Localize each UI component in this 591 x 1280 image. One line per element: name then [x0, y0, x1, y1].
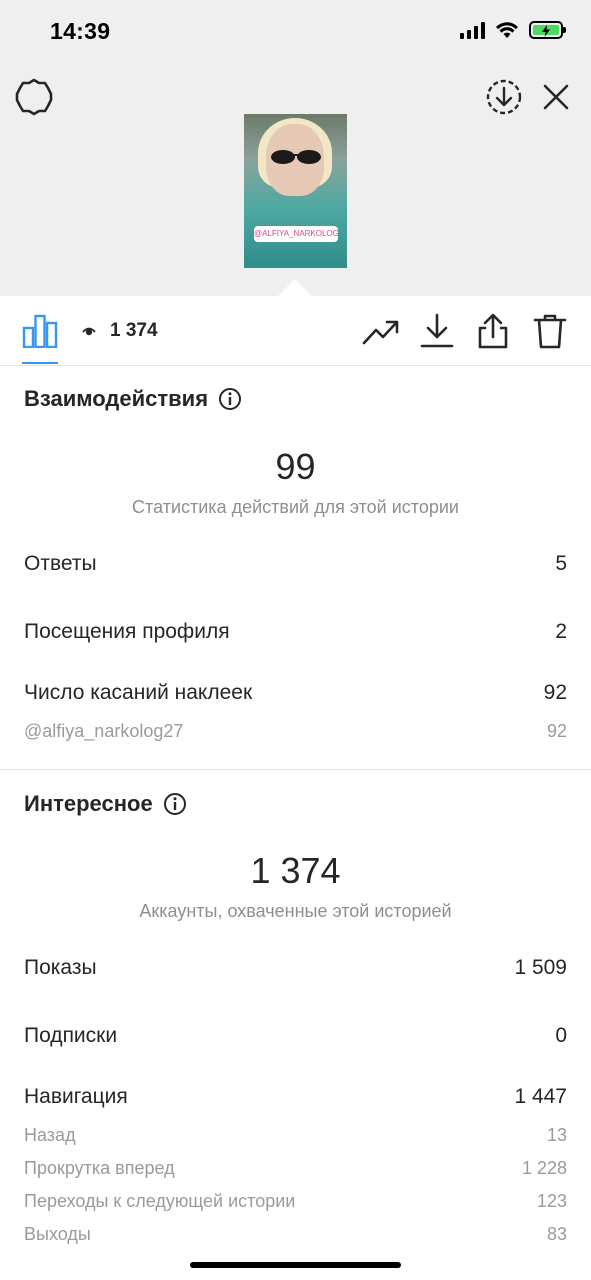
cellular-signal-icon: [460, 21, 485, 39]
sticker-mention-row: @alfiya_narkolog27 92: [24, 721, 567, 741]
views-count: 1 374: [110, 320, 158, 341]
share-icon[interactable]: [474, 313, 512, 349]
interactions-total: 99: [275, 446, 316, 487]
interactions-caption: Статистика действий для этой истории: [132, 497, 459, 517]
stat-row-follows: Подписки 0: [24, 1024, 567, 1047]
active-tab-indicator: [22, 362, 58, 364]
save-story-icon[interactable]: [484, 77, 524, 117]
discovery-caption: Аккаунты, охваченные этой историей: [139, 901, 452, 921]
stat-row-sticker-taps: Число касаний наклеек 92: [24, 681, 567, 704]
interactions-title: Взаимодействия: [24, 386, 209, 411]
home-indicator[interactable]: [190, 1262, 401, 1268]
promote-trending-icon[interactable]: [362, 313, 400, 349]
delete-trash-icon[interactable]: [531, 313, 569, 349]
nav-subrow-back: Назад 13: [24, 1125, 567, 1145]
discovery-total: 1 374: [250, 850, 341, 891]
story-preview-area: 14:39 @ALFIYA_NARKOLOG: [0, 0, 591, 313]
interactions-header: Взаимодействия: [24, 386, 242, 412]
status-time: 14:39: [50, 18, 111, 44]
discovery-header: Интересное: [24, 791, 187, 817]
info-icon[interactable]: [163, 792, 187, 816]
status-icons: [460, 21, 566, 39]
discovery-title: Интересное: [24, 791, 153, 816]
insights-bar-chart-icon[interactable]: [22, 314, 58, 348]
viewers-button[interactable]: 1 374: [82, 320, 158, 342]
stat-row-navigation: Навигация 1 447: [24, 1085, 567, 1108]
info-icon[interactable]: [218, 387, 242, 411]
story-thumbnail[interactable]: @ALFIYA_NARKOLOG27: [244, 114, 347, 268]
nav-subrow-next-story: Переходы к следующей истории 123: [24, 1191, 567, 1211]
nav-subrow-forward: Прокрутка вперед 1 228: [24, 1158, 567, 1178]
download-icon[interactable]: [418, 313, 456, 349]
stat-row-impressions: Показы 1 509: [24, 956, 567, 979]
close-icon[interactable]: [538, 79, 574, 115]
wifi-icon: [496, 22, 518, 38]
story-sticker-mention: @ALFIYA_NARKOLOG27: [254, 226, 338, 242]
stat-row-replies: Ответы 5: [24, 552, 567, 575]
nav-subrow-exits: Выходы 83: [24, 1224, 567, 1244]
battery-charging-icon: [529, 21, 566, 39]
section-divider: [0, 769, 591, 770]
settings-gear-icon[interactable]: [14, 77, 54, 117]
story-insights-screen: 14:39 @ALFIYA_NARKOLOG 1 374 Взаимодейст…: [0, 0, 591, 1280]
stat-row-profile-visits: Посещения профиля 2: [24, 620, 567, 643]
story-toolbar: 1 374: [0, 296, 591, 366]
eye-icon: [82, 327, 96, 336]
